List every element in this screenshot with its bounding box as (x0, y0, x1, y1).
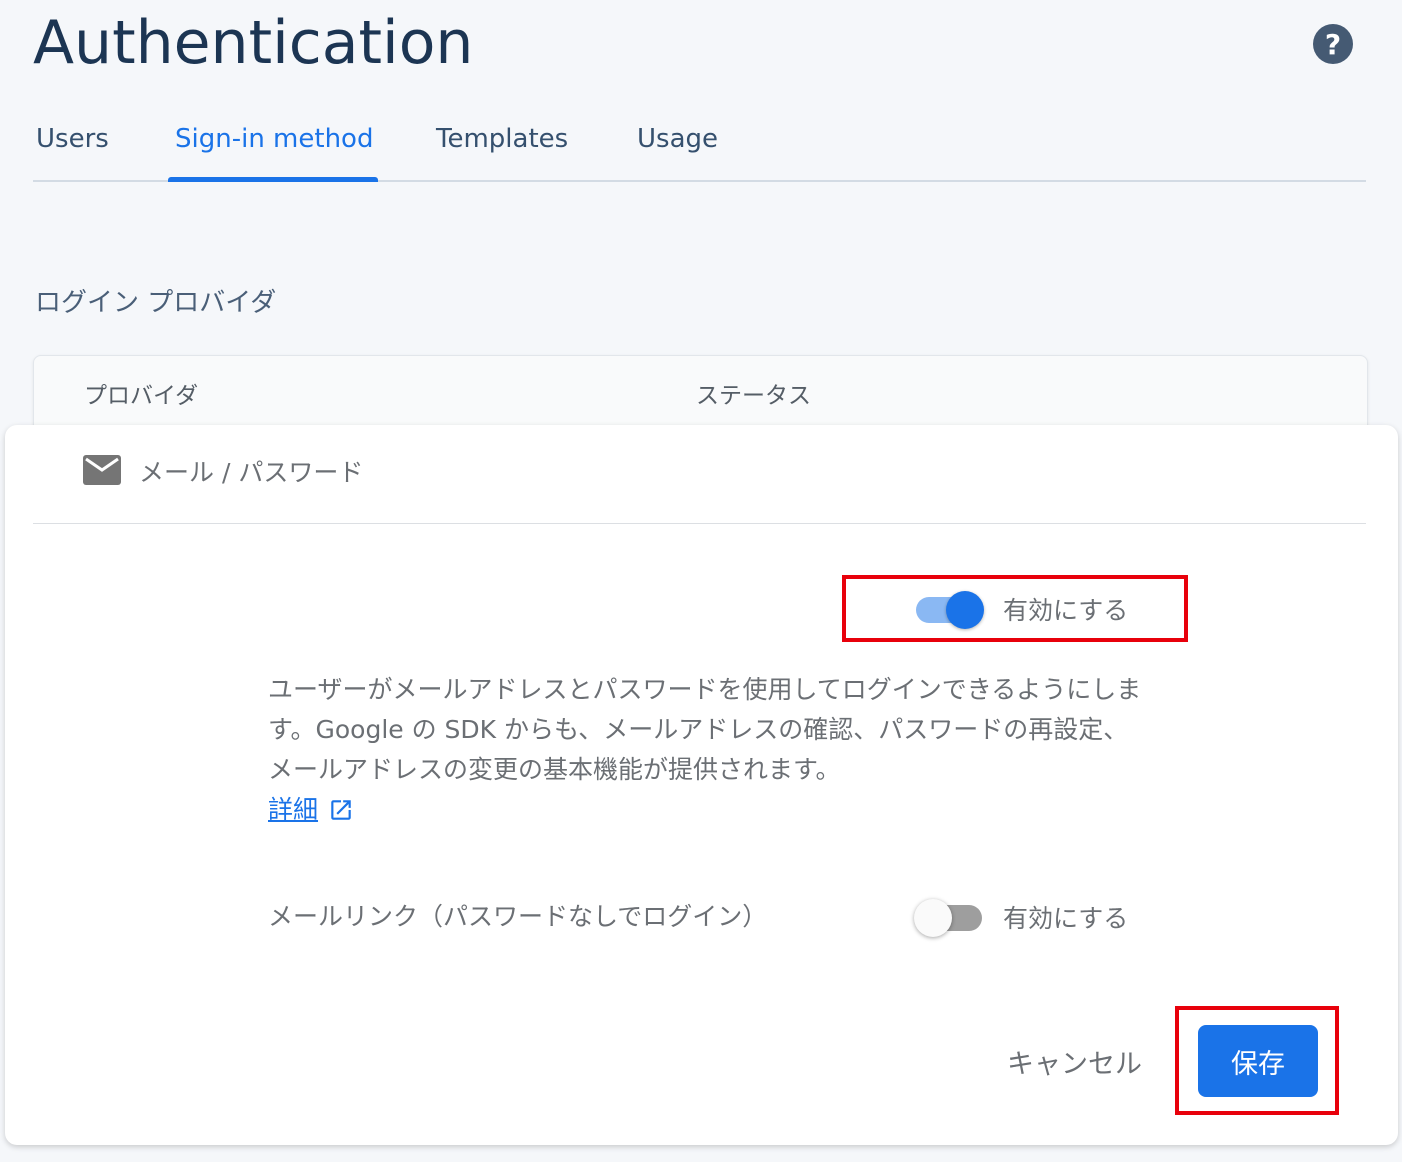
email-password-toggle[interactable] (914, 587, 984, 629)
section-title: ログイン プロバイダ (35, 288, 277, 318)
help-glyph: ? (1324, 27, 1342, 61)
save-button-label: 保存 (1231, 1048, 1285, 1080)
cancel-button[interactable]: キャンセル (1007, 1042, 1142, 1081)
provider-config-panel: メール / パスワード 有効にする ユーザーがメールアドレスとパスワードを使用し… (5, 425, 1398, 1145)
email-password-toggle-label: 有効にする (1003, 596, 1129, 625)
toggle-thumb (946, 591, 984, 629)
description-body: ユーザーがメールアドレスとパスワードを使用してログインできるようにします。Goo… (268, 675, 1142, 784)
open-in-new-icon (331, 800, 351, 820)
email-link-toggle[interactable] (914, 895, 984, 937)
save-button[interactable]: 保存 (1198, 1025, 1318, 1097)
tab-usage[interactable]: Usage (637, 124, 718, 154)
email-link-label: メールリンク（パスワードなしでログイン） (268, 902, 768, 931)
tab-bar: Users Sign-in method Templates Usage (33, 110, 1366, 182)
tab-users[interactable]: Users (36, 124, 109, 154)
description-text: ユーザーがメールアドレスとパスワードを使用してログインできるようにします。Goo… (268, 670, 1148, 830)
page-title: Authentication (33, 8, 474, 78)
help-icon[interactable]: ? (1313, 24, 1353, 64)
column-header-status: ステータス (696, 383, 811, 409)
column-header-provider: プロバイダ (84, 383, 199, 409)
active-tab-indicator (168, 177, 378, 182)
provider-row: メール / パスワード (33, 425, 1366, 524)
email-link-toggle-label: 有効にする (1003, 904, 1129, 933)
tab-sign-in-method[interactable]: Sign-in method (175, 124, 373, 154)
details-link[interactable]: 詳細 (268, 790, 354, 830)
toggle-thumb (914, 899, 952, 937)
details-link-label: 詳細 (268, 795, 319, 824)
mail-icon (83, 455, 121, 485)
provider-name: メール / パスワード (139, 458, 364, 487)
tab-templates[interactable]: Templates (436, 124, 568, 154)
